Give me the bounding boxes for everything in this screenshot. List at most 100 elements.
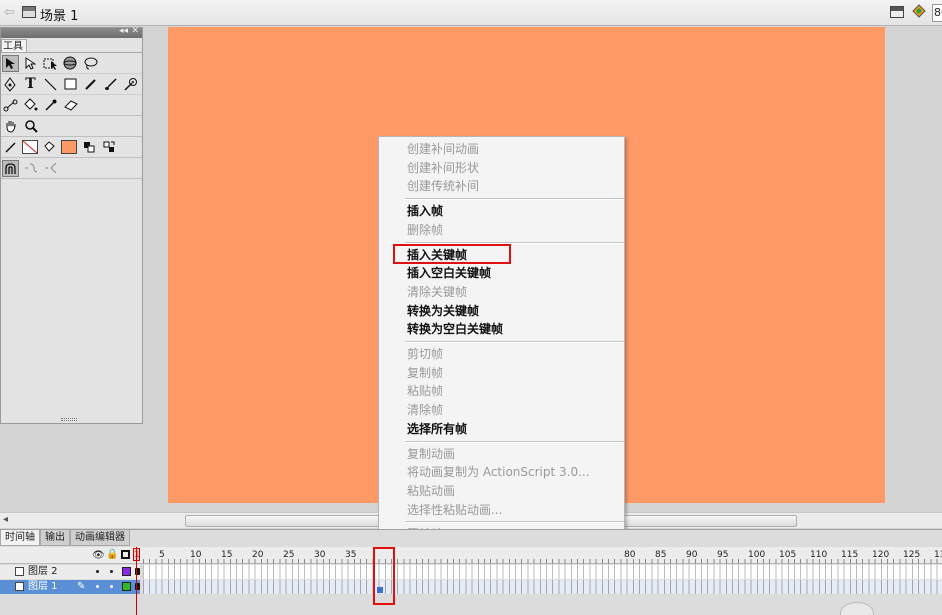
layer-row[interactable]: 图层 2 bbox=[0, 565, 942, 579]
frame-number: 100 bbox=[748, 550, 766, 560]
pencil-tool-icon[interactable] bbox=[82, 76, 99, 93]
default-colors-icon[interactable] bbox=[80, 139, 97, 156]
fill-color-bucket-icon bbox=[41, 139, 58, 156]
menu-item[interactable]: 转换为关键帧 bbox=[379, 302, 624, 320]
stroke-color-pencil-icon bbox=[2, 139, 19, 156]
menu-item[interactable]: 选择所有帧 bbox=[379, 420, 624, 438]
frame-number: 105 bbox=[779, 550, 797, 560]
frame-cells[interactable] bbox=[143, 565, 942, 579]
back-arrow-icon[interactable]: ⇦ bbox=[4, 5, 15, 20]
straighten-icon[interactable] bbox=[42, 160, 59, 177]
visibility-dot[interactable] bbox=[96, 570, 99, 573]
timeline-panel: 时间轴 输出 动画编辑器 👁 🔒 15101520253035808590951… bbox=[0, 529, 942, 615]
eraser-tool-icon[interactable] bbox=[62, 97, 79, 114]
snap-to-objects-icon[interactable] bbox=[2, 159, 19, 177]
eye-icon[interactable]: 👁 bbox=[92, 550, 105, 561]
menu-separator bbox=[405, 440, 624, 443]
frame-number: 25 bbox=[283, 550, 295, 560]
zoom-field[interactable]: 80 bbox=[932, 4, 942, 22]
scroll-left-arrow-icon[interactable]: ◂ bbox=[3, 514, 8, 525]
close-icon[interactable]: ✕ bbox=[131, 26, 139, 36]
frame-number: 15 bbox=[221, 550, 233, 560]
scene-name[interactable]: 场景 1 bbox=[40, 5, 78, 24]
menu-item[interactable]: 清除关键帧 bbox=[379, 283, 624, 301]
lock-dot[interactable] bbox=[110, 570, 113, 573]
menu-item[interactable]: 清除帧 bbox=[379, 401, 624, 419]
layer-info[interactable]: 图层 2 bbox=[0, 565, 140, 579]
tab-motion-editor[interactable]: 动画编辑器 bbox=[70, 530, 130, 546]
frame-context-menu: 创建补间动画 创建补间形状 创建传统补间 插入帧 删除帧插入关键帧 插入空白关键帧 清除关键… bbox=[378, 136, 625, 588]
layer-outline-color[interactable] bbox=[122, 582, 131, 591]
layer-info[interactable]: 图层 1 ✎ bbox=[0, 580, 140, 594]
lock-dot[interactable] bbox=[110, 585, 113, 588]
rectangle-tool-icon[interactable] bbox=[62, 76, 79, 93]
subselection-tool-icon[interactable] bbox=[22, 55, 39, 72]
edit-symbol-icon[interactable] bbox=[912, 4, 926, 20]
tab-timeline[interactable]: 时间轴 bbox=[0, 530, 40, 546]
frame-cells[interactable] bbox=[143, 580, 942, 594]
frame-number: 130 bbox=[934, 550, 942, 560]
lasso-tool-icon[interactable] bbox=[82, 55, 99, 72]
tools-panel-header[interactable]: ◂◂ ✕ bbox=[1, 26, 142, 38]
paint-bucket-tool-icon[interactable] bbox=[22, 97, 39, 114]
panel-resize-grip[interactable] bbox=[61, 418, 77, 421]
text-tool-icon[interactable]: T bbox=[22, 76, 39, 93]
menu-item[interactable]: 插入帧 bbox=[379, 202, 624, 220]
menu-separator bbox=[405, 521, 624, 524]
frame-number: 20 bbox=[252, 550, 264, 560]
deco-tool-icon[interactable] bbox=[122, 76, 139, 93]
frame-number: 110 bbox=[810, 550, 828, 560]
menu-item[interactable]: 创建补间动画 bbox=[379, 140, 624, 158]
layer-icon bbox=[15, 582, 24, 591]
layer-icon bbox=[15, 567, 24, 576]
frame-number: 120 bbox=[872, 550, 890, 560]
timeline-ruler[interactable]: 👁 🔒 151015202530358085909510010511011512… bbox=[0, 547, 942, 564]
swap-colors-icon[interactable] bbox=[100, 139, 117, 156]
layer-outline-color[interactable] bbox=[122, 567, 131, 576]
brush-tool-icon[interactable] bbox=[102, 76, 119, 93]
layer-row[interactable]: 图层 1 ✎ bbox=[0, 580, 942, 594]
frame-number: 95 bbox=[717, 550, 729, 560]
menu-item[interactable]: 插入关键帧 bbox=[379, 246, 624, 264]
smooth-icon[interactable] bbox=[22, 160, 39, 177]
menu-item[interactable]: 复制帧 bbox=[379, 364, 624, 382]
menu-item[interactable]: 将动画复制为 ActionScript 3.0... bbox=[379, 463, 624, 481]
menu-item[interactable]: 创建传统补间 bbox=[379, 177, 624, 195]
menu-item[interactable]: 剪切帧 bbox=[379, 345, 624, 363]
frame-number: 90 bbox=[686, 550, 698, 560]
menu-item[interactable]: 选择性粘贴动画... bbox=[379, 501, 624, 519]
edit-bar: ⇦ 场景 1 80 bbox=[0, 0, 942, 26]
frame-number: 30 bbox=[314, 550, 326, 560]
menu-item[interactable]: 复制动画 bbox=[379, 445, 624, 463]
scene-icon bbox=[22, 6, 36, 18]
outline-icon[interactable] bbox=[121, 550, 130, 559]
fill-color-swatch[interactable] bbox=[61, 140, 77, 154]
hand-tool-icon[interactable] bbox=[2, 118, 19, 135]
bone-tool-icon[interactable] bbox=[2, 97, 19, 114]
collapse-icon[interactable]: ◂◂ bbox=[119, 26, 128, 36]
selection-tool-icon[interactable] bbox=[2, 54, 19, 72]
menu-item[interactable]: 插入空白关键帧 bbox=[379, 264, 624, 282]
menu-item[interactable]: 粘贴动画 bbox=[379, 482, 624, 500]
lock-icon[interactable]: 🔒 bbox=[106, 549, 118, 560]
eyedropper-tool-icon[interactable] bbox=[42, 97, 59, 114]
tools-tab[interactable]: 工具 bbox=[1, 39, 27, 53]
menu-item[interactable]: 粘贴帧 bbox=[379, 382, 624, 400]
edit-scene-icon[interactable] bbox=[890, 6, 904, 18]
frame-number: 10 bbox=[190, 550, 202, 560]
line-tool-icon[interactable] bbox=[42, 76, 59, 93]
timeline-tabs: 时间轴 输出 动画编辑器 bbox=[0, 530, 130, 546]
menu-item[interactable]: 创建补间形状 bbox=[379, 159, 624, 177]
pen-tool-icon[interactable] bbox=[2, 76, 19, 93]
tab-output[interactable]: 输出 bbox=[40, 530, 70, 546]
zoom-tool-icon[interactable] bbox=[22, 118, 39, 135]
3d-rotation-tool-icon[interactable] bbox=[62, 55, 79, 72]
menu-item[interactable]: 删除帧 bbox=[379, 221, 624, 239]
frame-number: 35 bbox=[345, 550, 357, 560]
stroke-color-swatch[interactable] bbox=[22, 140, 38, 154]
menu-separator bbox=[405, 241, 624, 244]
free-transform-tool-icon[interactable] bbox=[42, 55, 59, 72]
visibility-dot[interactable] bbox=[96, 585, 99, 588]
menu-item[interactable]: 转换为空白关键帧 bbox=[379, 320, 624, 338]
frame-highlight-annotation bbox=[373, 547, 395, 605]
